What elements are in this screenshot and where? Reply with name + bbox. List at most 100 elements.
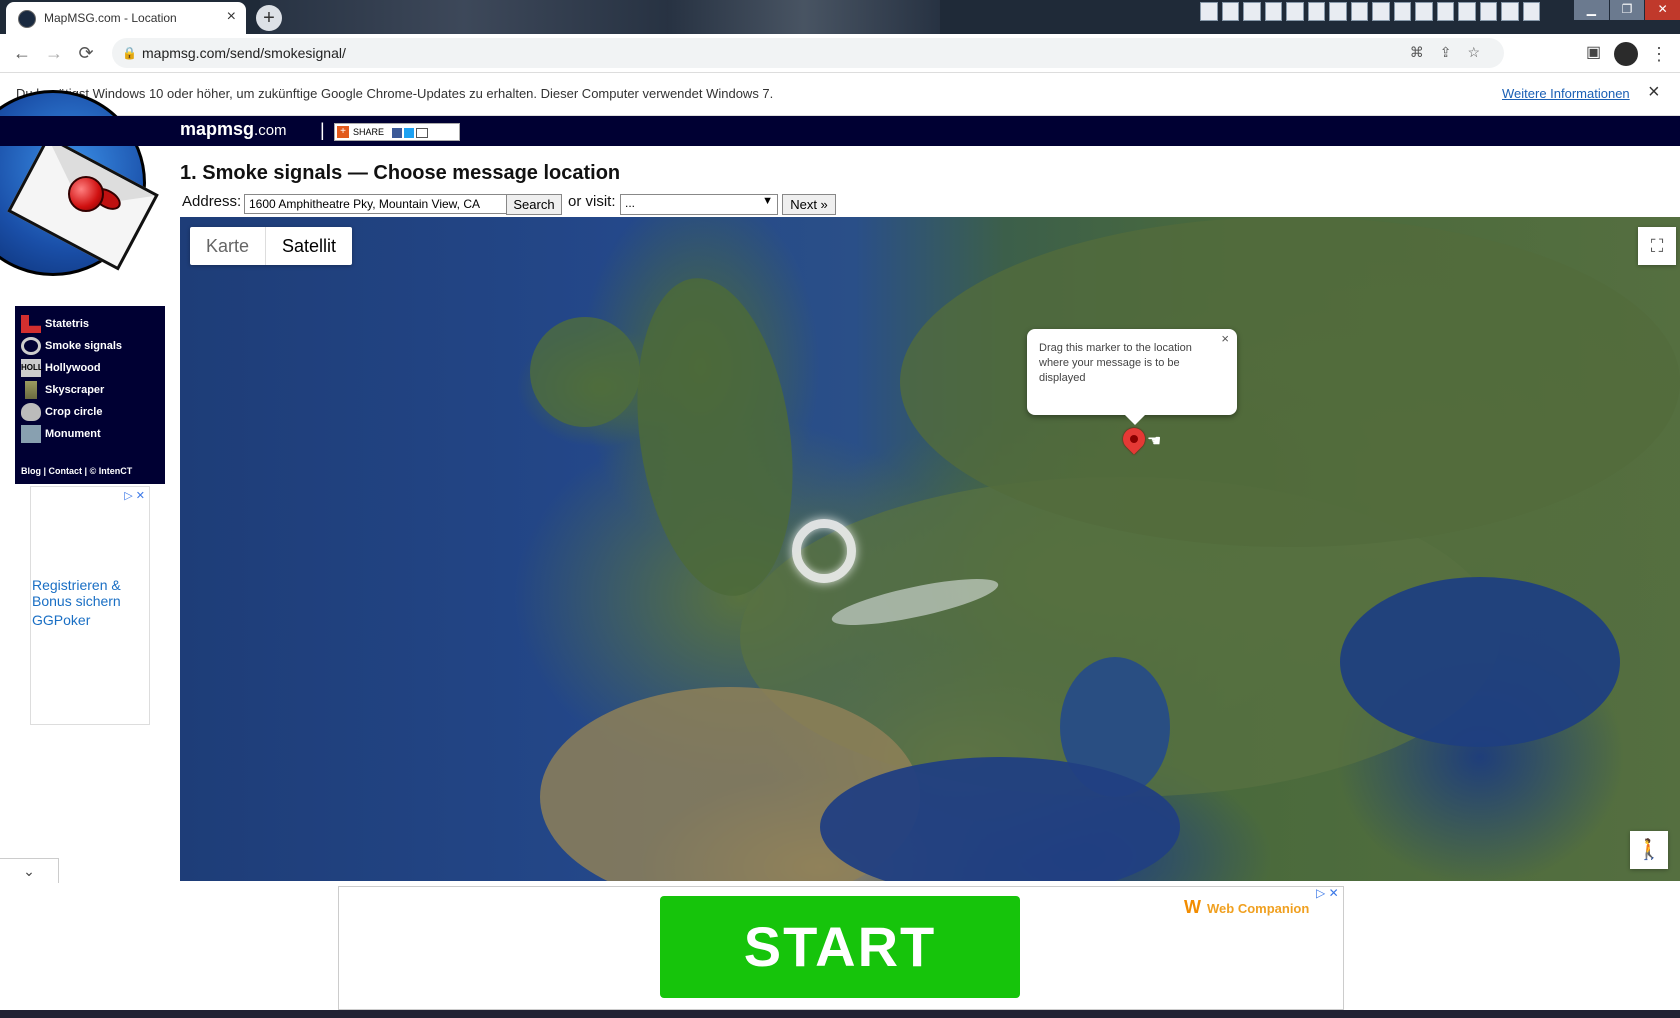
ad-start-button[interactable]: START xyxy=(660,896,1020,998)
sidepanel-icon[interactable]: ▣ xyxy=(1586,42,1601,62)
map-sea xyxy=(1340,577,1620,747)
app-icon[interactable] xyxy=(1200,2,1218,21)
back-button[interactable]: ← xyxy=(6,34,38,72)
os-taskbar xyxy=(0,1010,1680,1018)
app-icon[interactable] xyxy=(1243,2,1261,21)
bookmark-star-icon[interactable]: ☆ xyxy=(1467,44,1496,60)
map-type-control: Karte Satellit xyxy=(190,227,353,265)
fullscreen-icon[interactable]: ⛶ xyxy=(1638,227,1676,265)
or-visit-label: or visit: xyxy=(568,193,616,210)
pegman-icon[interactable]: 🚶 xyxy=(1630,831,1668,869)
tab-title: MapMSG.com - Location xyxy=(44,11,177,25)
app-icon[interactable] xyxy=(1436,2,1454,21)
infowindow-close-icon[interactable]: × xyxy=(1221,331,1229,346)
taskbar-quicklaunch xyxy=(1200,2,1540,22)
nav-item-crop-circle[interactable]: Crop circle xyxy=(21,402,102,422)
nav-item-statetris[interactable]: Statetris xyxy=(21,314,89,334)
infobar-message: Du benötigst Windows 10 oder höher, um z… xyxy=(16,86,774,101)
app-icon[interactable] xyxy=(1479,2,1497,21)
visit-select[interactable]: ... ▼ xyxy=(620,194,778,215)
nav-footer: Blog | Contact | © IntenCT xyxy=(21,466,133,476)
profile-avatar[interactable] xyxy=(1614,42,1638,66)
chevron-down-icon: ▼ xyxy=(762,195,773,207)
nav-label: Hollywood xyxy=(45,362,101,374)
smoke-ring-icon xyxy=(21,337,41,355)
app-icon[interactable] xyxy=(1522,2,1540,21)
collapse-chevron-icon[interactable]: ⌄ xyxy=(0,858,59,883)
site-logo[interactable]: mapmsg.com xyxy=(180,119,287,140)
app-icon[interactable] xyxy=(1393,2,1411,21)
facebook-icon xyxy=(392,127,403,138)
app-icon[interactable] xyxy=(1264,2,1282,21)
reload-button[interactable]: ⟳ xyxy=(70,34,102,72)
web-companion-logo-icon: W xyxy=(1184,897,1201,917)
app-icon[interactable] xyxy=(1329,2,1347,21)
new-tab-button[interactable]: + xyxy=(256,5,282,31)
ad-choices-icon[interactable]: ▷ ✕ xyxy=(124,489,145,502)
ad-brand-text: Web Companion xyxy=(1207,901,1310,916)
map-landmass xyxy=(618,268,812,606)
browser-toolbar: ← → ⟳ 🔒 mapmsg.com/send/smokesignal/ ⌘⇪☆… xyxy=(0,34,1680,73)
ad-line: Registrieren & xyxy=(32,577,121,593)
app-icon[interactable] xyxy=(1286,2,1304,21)
translate-icon[interactable]: ⌘ xyxy=(1410,44,1440,60)
visit-selected-value: ... xyxy=(625,196,636,210)
next-button[interactable]: Next » xyxy=(782,194,836,215)
blog-link[interactable]: Blog xyxy=(21,466,41,476)
logo-suffix: .com xyxy=(254,122,287,139)
ad-line: Bonus sichern xyxy=(32,593,121,609)
address-input[interactable] xyxy=(244,194,512,214)
app-icon[interactable] xyxy=(1415,2,1433,21)
address-label: Address: xyxy=(182,193,242,210)
app-icon[interactable] xyxy=(1372,2,1390,21)
app-icon[interactable] xyxy=(1221,2,1239,21)
app-icon[interactable] xyxy=(1350,2,1368,21)
marker-infowindow: Drag this marker to the location where y… xyxy=(1027,329,1237,425)
map-landmass xyxy=(900,217,1680,547)
map-pin-dot xyxy=(1130,435,1138,443)
share-button[interactable]: + SHARE xyxy=(334,123,460,141)
smoke-ring-marker xyxy=(792,519,856,583)
map-type-karte[interactable]: Karte xyxy=(190,227,265,265)
contact-link[interactable]: Contact xyxy=(49,466,83,476)
skyscraper-icon xyxy=(25,381,37,399)
ad-text[interactable]: Registrieren & Bonus sichern GGPoker xyxy=(32,577,121,628)
ad-choices-icon[interactable]: ▷ ✕ xyxy=(1316,886,1339,900)
infobar-link[interactable]: Weitere Informationen xyxy=(1502,86,1630,101)
infobar-close-icon[interactable]: × xyxy=(1648,81,1660,104)
page-title: 1. Smoke signals — Choose message locati… xyxy=(180,162,621,184)
app-icon[interactable] xyxy=(1458,2,1476,21)
tab-close-icon[interactable]: × xyxy=(227,8,236,26)
logo-main: mapmsg xyxy=(180,119,255,139)
share-label: SHARE xyxy=(353,127,385,137)
hollywood-sign-icon: HOLL xyxy=(21,359,43,377)
nav-item-monument[interactable]: Monument xyxy=(21,424,101,444)
app-icon[interactable] xyxy=(1307,2,1325,21)
forward-button[interactable]: → xyxy=(38,34,70,72)
left-nav: Statetris Smoke signals HOLL Hollywood S… xyxy=(15,306,165,484)
omnibox-actions: ⌘⇪☆ xyxy=(1410,44,1496,61)
email-icon xyxy=(416,127,429,138)
share-plus-icon: + xyxy=(337,126,349,138)
nav-item-smoke-signals[interactable]: Smoke signals xyxy=(21,336,122,356)
share-icon[interactable]: ⇪ xyxy=(1440,44,1468,60)
maximize-icon[interactable]: ❐ xyxy=(1609,0,1645,20)
nav-item-hollywood[interactable]: HOLL Hollywood xyxy=(21,358,101,378)
left-ad[interactable]: ▷ ✕ Registrieren & Bonus sichern GGPoker xyxy=(30,486,150,725)
address-bar[interactable]: 🔒 mapmsg.com/send/smokesignal/ ⌘⇪☆ xyxy=(112,38,1504,68)
menu-dots-icon[interactable]: ⋮ xyxy=(1650,44,1668,65)
copyright-text: © IntenCT xyxy=(89,466,133,476)
close-window-icon[interactable]: ✕ xyxy=(1645,0,1680,20)
nav-label: Crop circle xyxy=(45,406,103,418)
lock-icon[interactable]: 🔒 xyxy=(122,46,137,60)
app-icon[interactable] xyxy=(1501,2,1519,21)
alien-icon xyxy=(21,403,41,421)
nav-label: Statetris xyxy=(45,318,90,330)
window-controls: ▁ ❐ ✕ xyxy=(1574,0,1680,20)
nav-item-skyscraper[interactable]: Skyscraper xyxy=(21,380,104,400)
map-type-satellit[interactable]: Satellit xyxy=(265,227,352,265)
search-button[interactable]: Search xyxy=(506,194,562,215)
minimize-icon[interactable]: ▁ xyxy=(1574,0,1609,20)
browser-tab[interactable]: MapMSG.com - Location × xyxy=(6,2,246,34)
satellite-map[interactable]: Karte Satellit ⛶ 🚶 Drag this marker to t… xyxy=(180,217,1680,881)
